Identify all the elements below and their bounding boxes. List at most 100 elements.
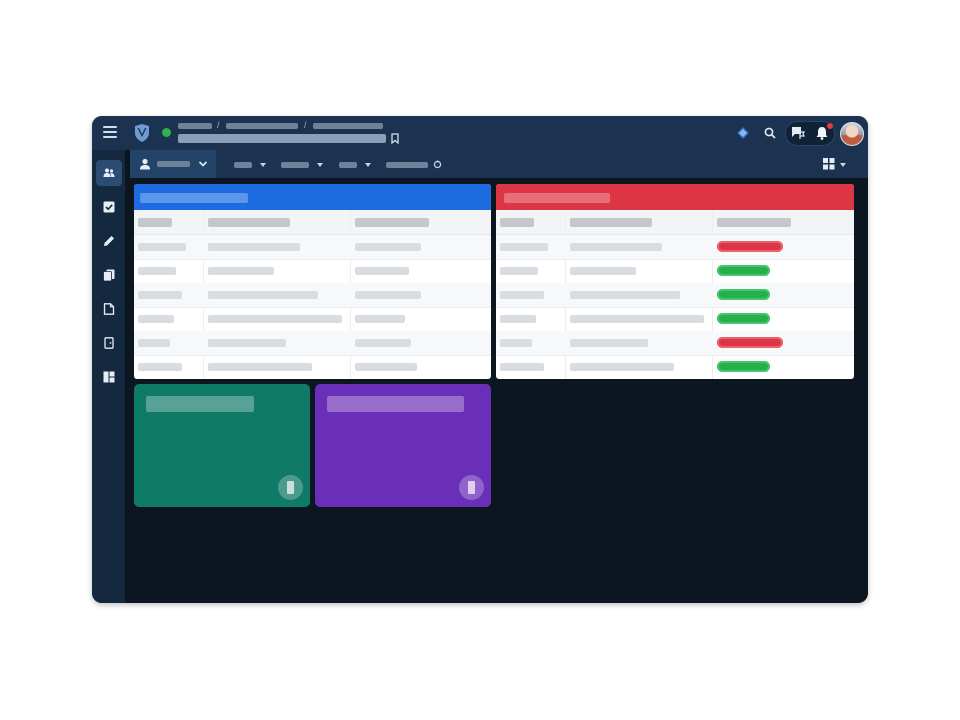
avatar[interactable]: [840, 122, 864, 146]
column-header[interactable]: [570, 218, 652, 227]
status-badge: [717, 361, 770, 372]
pencil-icon: [104, 236, 114, 246]
menu-item[interactable]: [281, 162, 309, 168]
search-icon[interactable]: [764, 127, 776, 139]
data-panel-blue: [134, 184, 491, 379]
tile-title: [146, 396, 254, 412]
table-cell: [355, 315, 405, 323]
refresh-icon[interactable]: [433, 160, 442, 169]
menu-item[interactable]: [234, 162, 252, 168]
table-row[interactable]: [134, 259, 491, 284]
panel-title: [504, 193, 610, 203]
user-tab[interactable]: [130, 150, 216, 178]
diamond-icon[interactable]: [737, 127, 749, 139]
sidebar-item-tasks[interactable]: [96, 194, 122, 220]
column-header[interactable]: [717, 218, 791, 227]
table-cell: [355, 243, 421, 251]
table-cell: [500, 339, 532, 347]
chat-flag-icon[interactable]: [791, 126, 805, 140]
table-row[interactable]: [134, 235, 491, 260]
table-header: [496, 210, 854, 235]
chevron-down-icon: [198, 161, 208, 167]
column-header[interactable]: [355, 218, 429, 227]
door-exit-icon: [104, 337, 114, 349]
layout-grid-icon[interactable]: [823, 158, 835, 170]
status-badge: [717, 313, 770, 324]
hamburger-icon[interactable]: [103, 126, 117, 138]
breadcrumb-item[interactable]: [178, 123, 212, 129]
caret-down-icon: [260, 163, 266, 167]
people-icon: [103, 168, 115, 177]
table-cell: [208, 363, 312, 371]
status-online-dot: [162, 128, 171, 137]
status-badge: [717, 289, 770, 300]
table-cell: [138, 267, 176, 275]
menu-item[interactable]: [386, 162, 428, 168]
table-row[interactable]: [134, 331, 491, 356]
table-cell: [208, 243, 300, 251]
documents-icon: [103, 269, 115, 281]
table-row[interactable]: [496, 283, 854, 308]
toolbar: [130, 150, 868, 178]
menu-item[interactable]: [339, 162, 357, 168]
notification-dot: [827, 123, 833, 129]
table-cell: [138, 315, 174, 323]
column-header[interactable]: [138, 218, 172, 227]
breadcrumb-separator: /: [217, 120, 220, 130]
app-window: / /: [92, 116, 868, 603]
top-bar: / /: [92, 116, 868, 150]
table-cell: [500, 267, 538, 275]
sidebar: [92, 150, 125, 603]
table-row[interactable]: [496, 235, 854, 260]
sidebar-item-exit[interactable]: [96, 330, 122, 356]
table-cell: [500, 315, 536, 323]
sidebar-item-edit[interactable]: [96, 228, 122, 254]
dashboard-icon: [103, 371, 115, 383]
table-row[interactable]: [496, 307, 854, 332]
sidebar-item-documents[interactable]: [96, 262, 122, 288]
panel-header: [134, 184, 491, 210]
status-badge: [717, 265, 770, 276]
breadcrumb-item[interactable]: [313, 123, 383, 129]
table-cell: [208, 339, 286, 347]
page-title: [178, 134, 386, 143]
table-cell: [570, 363, 674, 371]
table-cell: [355, 363, 417, 371]
quick-action-tile-purple[interactable]: [315, 384, 491, 507]
table-cell: [208, 267, 274, 275]
document-icon: [278, 475, 303, 500]
status-badge: [717, 241, 783, 252]
sidebar-item-file[interactable]: [96, 296, 122, 322]
table-cell: [570, 243, 662, 251]
table-row[interactable]: [496, 331, 854, 356]
column-header[interactable]: [500, 218, 534, 227]
quick-action-tile-teal[interactable]: [134, 384, 310, 507]
table-row[interactable]: [496, 355, 854, 379]
sidebar-item-people[interactable]: [96, 160, 122, 186]
file-icon: [103, 303, 115, 315]
panel-title: [140, 193, 248, 203]
sidebar-item-dashboard[interactable]: [96, 364, 122, 390]
table-row[interactable]: [134, 307, 491, 332]
table-cell: [138, 291, 182, 299]
user-tab-label: [157, 161, 190, 167]
table-cell: [355, 267, 409, 275]
breadcrumb-item[interactable]: [226, 123, 298, 129]
status-badge: [717, 337, 783, 348]
shield-logo[interactable]: [134, 124, 150, 142]
table-row[interactable]: [496, 259, 854, 284]
table-cell: [500, 363, 544, 371]
table-header: [134, 210, 491, 235]
table-row[interactable]: [134, 283, 491, 308]
table-row[interactable]: [134, 355, 491, 379]
bookmark-icon[interactable]: [390, 133, 400, 144]
document-icon: [459, 475, 484, 500]
column-header[interactable]: [208, 218, 290, 227]
panel-header: [496, 184, 854, 210]
caret-down-icon: [317, 163, 323, 167]
table-cell: [208, 291, 318, 299]
caret-down-icon[interactable]: [840, 163, 846, 167]
table-cell: [570, 339, 648, 347]
table-cell: [570, 291, 680, 299]
table-cell: [570, 315, 704, 323]
